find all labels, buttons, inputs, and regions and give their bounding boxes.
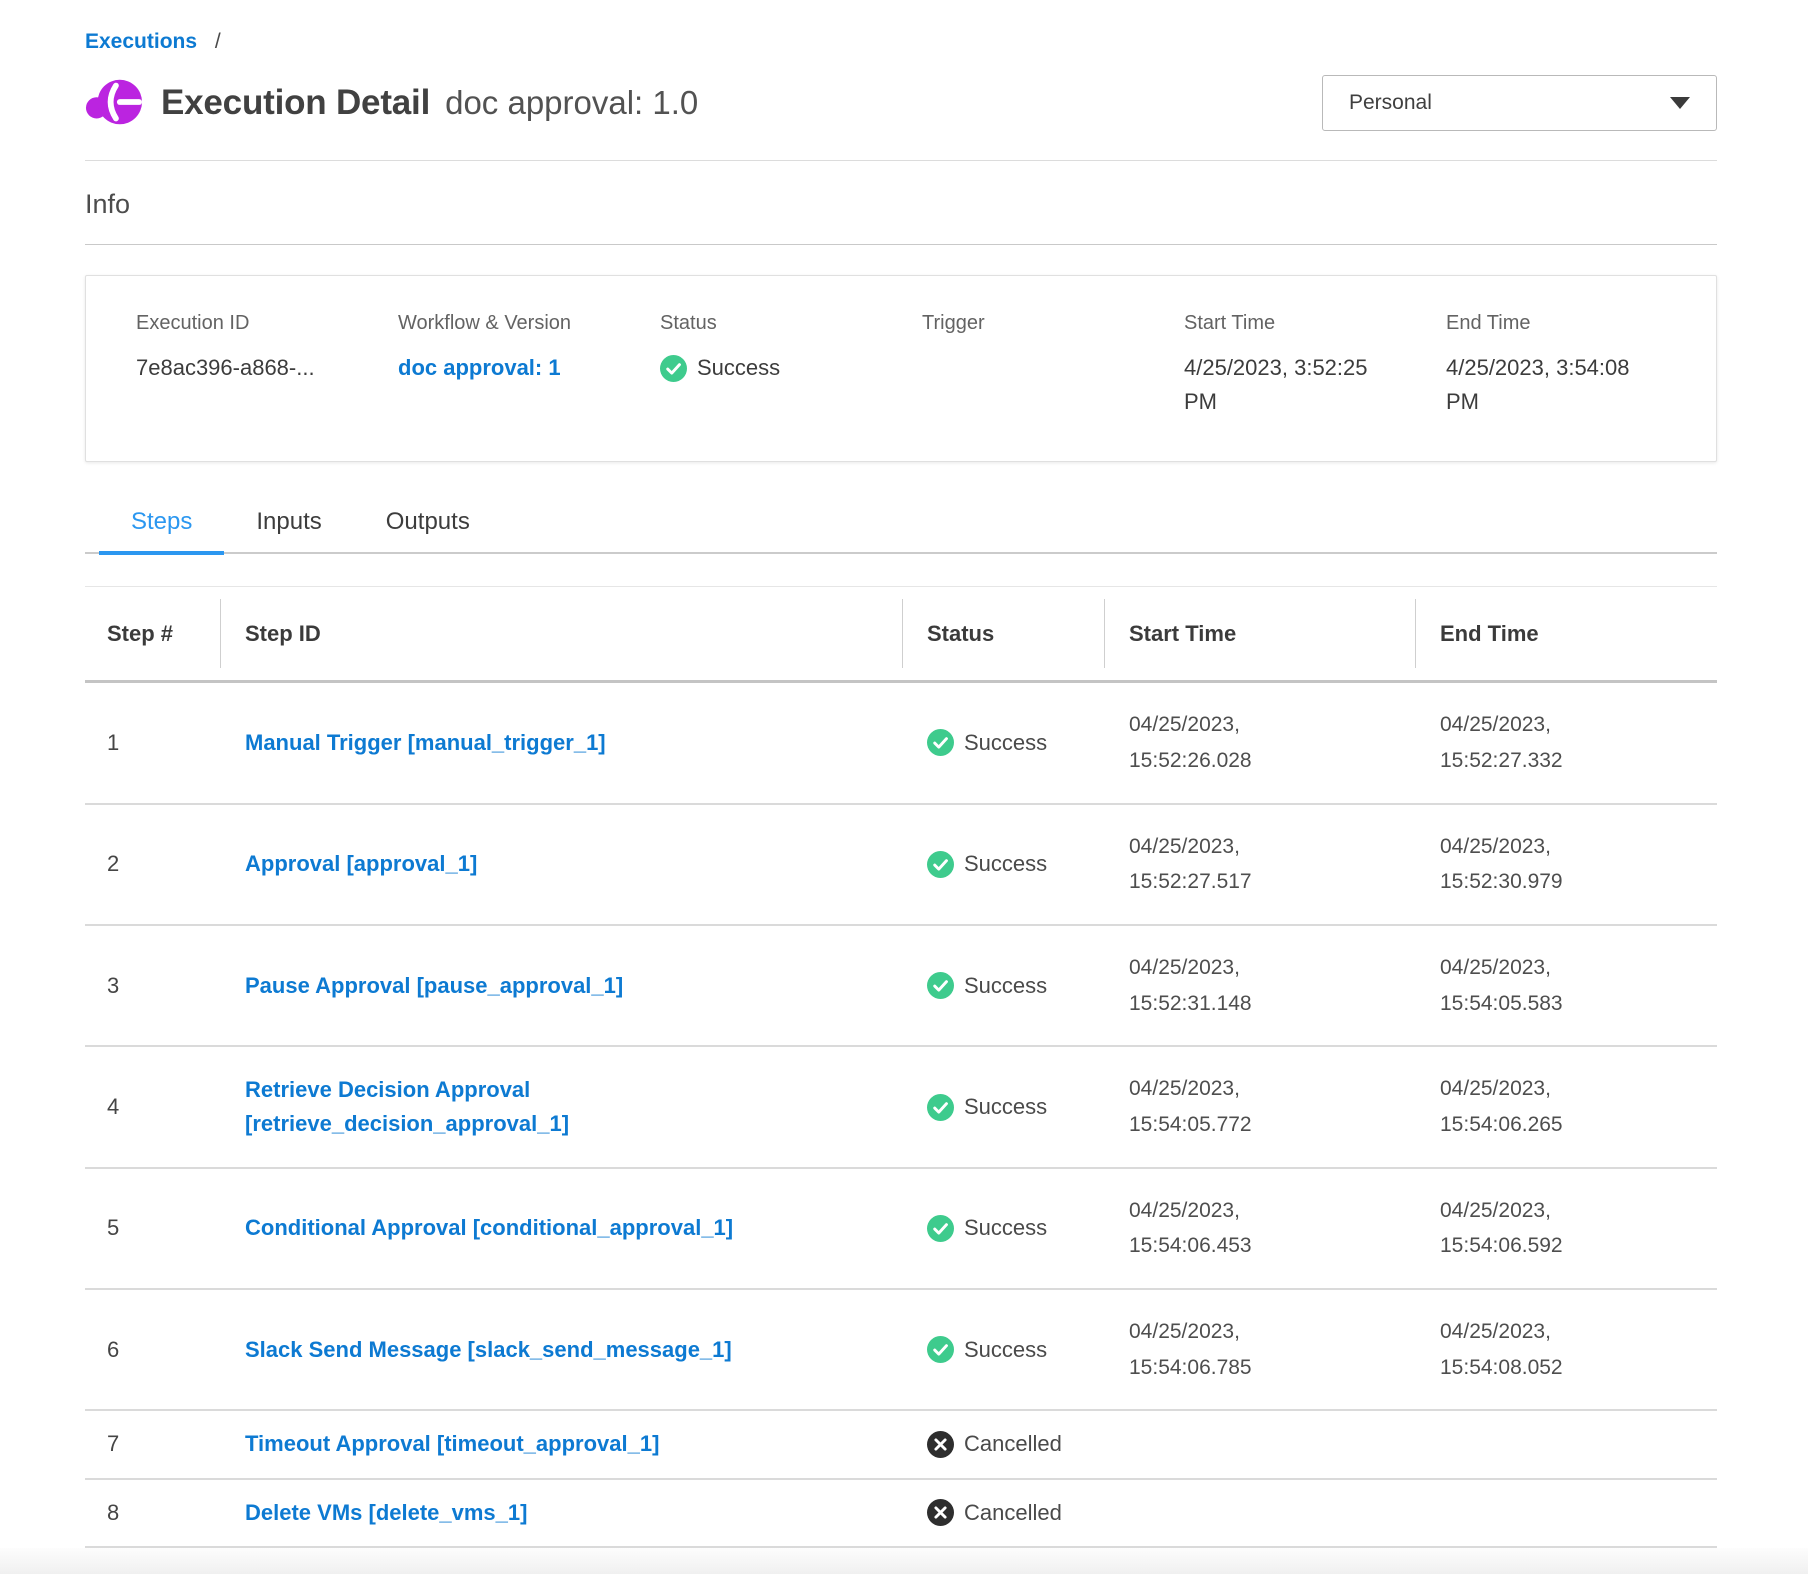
column-header-status: Status [903, 587, 1105, 682]
status-badge: Success [964, 851, 1047, 877]
step-end-time: 04/25/2023, 15:54:05.583 [1440, 950, 1618, 1021]
info-field-execution-id: Execution ID 7e8ac396-a868-... [136, 312, 398, 419]
execution-id-value: 7e8ac396-a868-... [136, 351, 341, 385]
table-row: 3 Pause Approval [pause_approval_1] Succ… [85, 925, 1717, 1046]
status-badge: Success [964, 1337, 1047, 1363]
success-icon [927, 1094, 954, 1121]
tab-steps[interactable]: Steps [99, 500, 224, 552]
step-num: 1 [85, 682, 221, 804]
status-badge: Cancelled [964, 1500, 1062, 1526]
step-num: 3 [85, 925, 221, 1046]
info-label: Trigger [922, 312, 1184, 335]
end-time-value: 4/25/2023, 3:54:08 PM [1446, 351, 1651, 419]
workflow-version-link[interactable]: doc approval: 1 [398, 351, 603, 385]
steps-table: Step # Step ID Status Start Time End Tim… [85, 586, 1717, 1547]
success-icon [927, 851, 954, 878]
step-num: 5 [85, 1168, 221, 1289]
scope-selector-dropdown[interactable]: Personal [1322, 75, 1717, 131]
success-icon [927, 972, 954, 999]
step-num: 4 [85, 1046, 221, 1167]
step-num: 7 [85, 1410, 221, 1478]
success-icon [927, 729, 954, 756]
step-num: 8 [85, 1479, 221, 1547]
info-section-heading: Info [85, 189, 1717, 220]
info-label: End Time [1446, 312, 1698, 335]
info-label: Execution ID [136, 312, 398, 335]
info-field-status: Status Success [660, 312, 922, 419]
tab-outputs[interactable]: Outputs [354, 500, 502, 552]
step-start-time: 04/25/2023, 15:52:26.028 [1129, 707, 1307, 778]
step-end-time: 04/25/2023, 15:54:06.592 [1440, 1193, 1618, 1264]
info-label: Start Time [1184, 312, 1446, 335]
column-header-end-time: End Time [1416, 587, 1717, 682]
step-num: 6 [85, 1289, 221, 1410]
step-id-link[interactable]: Delete VMs [delete_vms_1] [245, 1496, 527, 1530]
step-id-link[interactable]: Timeout Approval [timeout_approval_1] [245, 1427, 659, 1461]
step-end-time: 04/25/2023, 15:54:06.265 [1440, 1071, 1618, 1142]
table-row: 1 Manual Trigger [manual_trigger_1] Succ… [85, 682, 1717, 804]
info-label: Workflow & Version [398, 312, 660, 335]
table-row: 8 Delete VMs [delete_vms_1] Cancelled [85, 1479, 1717, 1547]
status-badge: Success [697, 351, 780, 385]
step-id-link[interactable]: Slack Send Message [slack_send_message_1… [245, 1333, 732, 1367]
cancelled-icon [927, 1499, 954, 1526]
table-header-row: Step # Step ID Status Start Time End Tim… [85, 587, 1717, 682]
column-header-start-time: Start Time [1105, 587, 1416, 682]
step-id-link[interactable]: Pause Approval [pause_approval_1] [245, 969, 623, 1003]
step-end-time: 04/25/2023, 15:52:27.332 [1440, 707, 1618, 778]
workflow-execution-icon [85, 72, 143, 134]
breadcrumb-executions-link[interactable]: Executions [85, 30, 197, 53]
step-end-time: 04/25/2023, 15:52:30.979 [1440, 829, 1618, 900]
page-title: Execution Detail [161, 83, 430, 123]
breadcrumb-separator: / [215, 30, 221, 53]
chevron-down-icon [1670, 97, 1690, 109]
info-field-workflow-version: Workflow & Version doc approval: 1 [398, 312, 660, 419]
step-start-time: 04/25/2023, 15:52:31.148 [1129, 950, 1307, 1021]
success-icon [927, 1215, 954, 1242]
step-start-time: 04/25/2023, 15:54:06.785 [1129, 1314, 1307, 1385]
scope-selector-value: Personal [1349, 91, 1432, 115]
info-divider [85, 244, 1717, 245]
table-row: 2 Approval [approval_1] Success 04/25/20… [85, 804, 1717, 925]
table-row: 6 Slack Send Message [slack_send_message… [85, 1289, 1717, 1410]
page-subtitle: doc approval: 1.0 [445, 84, 698, 122]
header-divider [85, 160, 1717, 161]
table-row: 7 Timeout Approval [timeout_approval_1] … [85, 1410, 1717, 1478]
info-label: Status [660, 312, 922, 335]
cancelled-icon [927, 1431, 954, 1458]
info-field-trigger: Trigger [922, 312, 1184, 419]
step-end-time: 04/25/2023, 15:54:08.052 [1440, 1314, 1618, 1385]
table-row: 5 Conditional Approval [conditional_appr… [85, 1168, 1717, 1289]
execution-info-card: Execution ID 7e8ac396-a868-... Workflow … [85, 275, 1717, 462]
success-icon [660, 355, 687, 382]
status-badge: Cancelled [964, 1431, 1062, 1457]
status-badge: Success [964, 1094, 1047, 1120]
table-row: 4 Retrieve Decision Approval [retrieve_d… [85, 1046, 1717, 1167]
start-time-value: 4/25/2023, 3:52:25 PM [1184, 351, 1389, 419]
page-bottom-strip [0, 1548, 1808, 1574]
status-badge: Success [964, 973, 1047, 999]
step-id-link[interactable]: Manual Trigger [manual_trigger_1] [245, 726, 606, 760]
step-start-time: 04/25/2023, 15:54:06.453 [1129, 1193, 1307, 1264]
tab-bar: Steps Inputs Outputs [85, 500, 1717, 554]
title-row: Execution Detail doc approval: 1.0 Perso… [85, 72, 1717, 134]
column-header-step-id: Step ID [221, 587, 903, 682]
step-id-link[interactable]: Retrieve Decision Approval [retrieve_dec… [245, 1073, 645, 1141]
execution-detail-page: Executions / Execution Detail doc approv… [85, 0, 1717, 1548]
status-badge: Success [964, 1215, 1047, 1241]
step-start-time: 04/25/2023, 15:54:05.772 [1129, 1071, 1307, 1142]
step-start-time: 04/25/2023, 15:52:27.517 [1129, 829, 1307, 900]
info-field-end-time: End Time 4/25/2023, 3:54:08 PM [1446, 312, 1698, 419]
column-header-step-num: Step # [85, 587, 221, 682]
breadcrumb: Executions / [85, 0, 1717, 54]
step-num: 2 [85, 804, 221, 925]
success-icon [927, 1336, 954, 1363]
status-badge: Success [964, 730, 1047, 756]
step-id-link[interactable]: Approval [approval_1] [245, 847, 477, 881]
info-field-start-time: Start Time 4/25/2023, 3:52:25 PM [1184, 312, 1446, 419]
tab-inputs[interactable]: Inputs [224, 500, 353, 552]
step-id-link[interactable]: Conditional Approval [conditional_approv… [245, 1211, 733, 1245]
